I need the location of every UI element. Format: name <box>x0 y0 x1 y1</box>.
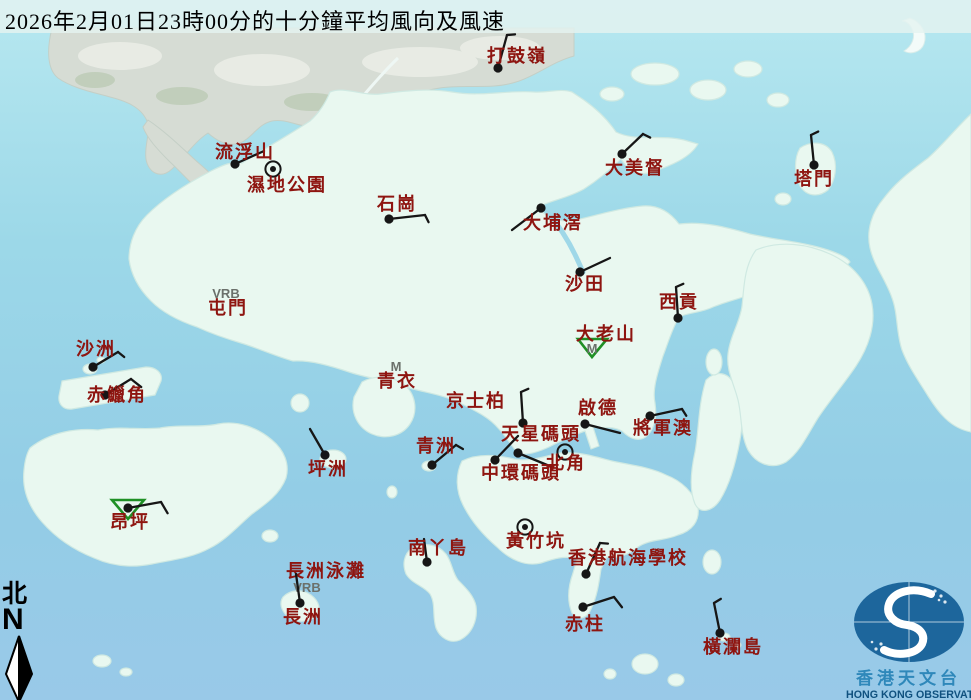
wind-barb <box>600 543 608 544</box>
station-label: 赤柱 <box>565 613 605 634</box>
north-arrow-icon <box>2 635 36 700</box>
station-dot <box>580 419 589 428</box>
station-label: 濕地公園 <box>247 174 327 195</box>
station-label: 塔門 <box>794 168 834 189</box>
station-label: 大埔滘 <box>523 212 583 233</box>
station-dot <box>88 362 97 371</box>
station-label: 南丫島 <box>408 537 468 558</box>
station-label: 長洲泳灘 <box>286 560 366 581</box>
station-label: 屯門 <box>208 297 248 318</box>
station-label: 青洲 <box>416 436 456 456</box>
station-dot <box>427 460 436 469</box>
station-label: 北角 <box>546 452 586 473</box>
hong-kong-wind-map: 打鼓嶺流浮山濕地公園石崗大埔滘大美督塔門沙田西貢M大老山VRB屯門沙洲赤鱲角M青… <box>0 0 971 700</box>
station-dot <box>422 557 431 566</box>
station-dot <box>673 313 682 322</box>
station-label: 打鼓嶺 <box>487 45 547 66</box>
station-label: 流浮山 <box>215 141 275 162</box>
station-label: 橫瀾島 <box>703 636 763 657</box>
wind-map-page: 打鼓嶺流浮山濕地公園石崗大埔滘大美督塔門沙田西貢M大老山VRB屯門沙洲赤鱲角M青… <box>0 0 971 700</box>
hko-logo-chinese: 香港天文台 <box>846 664 971 689</box>
station-dot <box>578 602 587 611</box>
station-label: 沙洲 <box>76 339 116 359</box>
station-label: 昂坪 <box>110 512 150 532</box>
station-dot <box>384 214 393 223</box>
station-label: 京士柏 <box>446 390 506 411</box>
station-label: 啟德 <box>578 397 618 418</box>
hko-logo: 香港天文台 HONG KONG OBSERVATORY <box>846 581 971 700</box>
station-dot <box>536 203 545 212</box>
station-label: 長洲 <box>283 607 323 627</box>
calm-symbol-dot <box>270 166 276 172</box>
calm-symbol-dot <box>522 524 528 530</box>
title-bar: 2026年2月01日23時00分的十分鐘平均風向及風速 <box>0 0 971 33</box>
compass-north: 北 N <box>2 582 42 700</box>
hko-logo-english: HONG KONG OBSERVATORY <box>846 689 967 700</box>
station-label: 青衣 <box>377 370 417 391</box>
station-label: 石崗 <box>376 193 417 214</box>
station-label: 黃竹坑 <box>505 530 566 551</box>
map-title: 2026年2月01日23時00分的十分鐘平均風向及風速 <box>0 0 971 36</box>
station-label: 坪洲 <box>308 459 348 479</box>
station-dot <box>581 569 590 578</box>
station-label: 香港航海學校 <box>567 547 688 568</box>
station-dot <box>513 448 522 457</box>
station-label: 大老山 <box>576 323 636 344</box>
station-label: 赤鱲角 <box>87 384 147 405</box>
compass-letter: N <box>2 607 42 633</box>
station-label: 沙田 <box>565 274 605 294</box>
station-label: 大美督 <box>605 157 665 178</box>
station-label: 西貢 <box>659 292 699 312</box>
hko-logo-icon <box>851 581 967 663</box>
station-label: 將軍澳 <box>633 417 693 438</box>
